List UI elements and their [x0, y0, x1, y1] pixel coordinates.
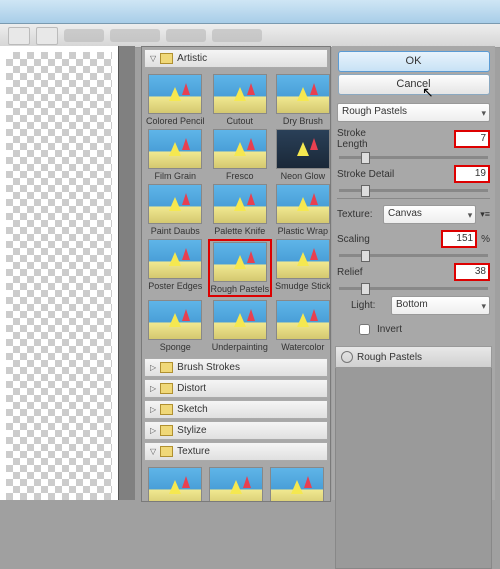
category-stylize[interactable]: ▷ Stylize: [144, 421, 328, 440]
filter-colored-pencil[interactable]: Colored Pencil: [146, 74, 205, 126]
stroke-length-slider[interactable]: [339, 156, 488, 159]
effect-layers-body: [335, 368, 492, 569]
transparency-checker: [6, 52, 112, 500]
filter-paint-daubs[interactable]: Paint Daubs: [146, 184, 205, 236]
app-toolbar: [0, 24, 500, 48]
filter-cutout[interactable]: Cutout: [208, 74, 273, 126]
expand-icon: ▽: [150, 54, 156, 63]
stroke-detail-label: Stroke Detail: [337, 169, 397, 180]
document-window[interactable]: [0, 46, 119, 500]
scaling-slider[interactable]: [339, 254, 488, 257]
folder-icon: [160, 53, 173, 64]
separator: [337, 198, 490, 199]
expand-icon: ▷: [150, 426, 156, 435]
filter-plastic-wrap[interactable]: Plastic Wrap: [275, 184, 331, 236]
scaling-input[interactable]: 151: [441, 230, 477, 248]
filter-underpainting[interactable]: Underpainting: [208, 300, 273, 352]
filter-film-grain[interactable]: Film Grain: [146, 129, 205, 181]
texture-label: Texture:: [337, 209, 379, 220]
category-label: Sketch: [177, 404, 208, 415]
expand-icon: ▷: [150, 405, 156, 414]
light-label: Light:: [351, 300, 387, 311]
window-titlebar: [0, 0, 500, 24]
filter-sponge[interactable]: Sponge: [146, 300, 205, 352]
toolbar-chip: [212, 29, 262, 42]
effect-layer-label: Rough Pastels: [357, 352, 422, 363]
category-label: Texture: [177, 446, 210, 457]
filter-fresco[interactable]: Fresco: [208, 129, 273, 181]
stroke-length-input[interactable]: 7: [454, 130, 490, 148]
folder-icon: [160, 425, 173, 436]
toolbar-chip: [166, 29, 206, 42]
filter-grain[interactable]: Grain: [207, 467, 265, 502]
filter-rough-pastels[interactable]: Rough Pastels: [208, 239, 273, 297]
relief-label: Relief: [337, 267, 397, 278]
cancel-button[interactable]: Cancel: [338, 74, 490, 95]
artistic-grid: Colored Pencil Cutout Dry Brush Film Gra…: [142, 70, 330, 356]
filter-craquelure[interactable]: Craquelure: [146, 467, 204, 502]
filter-palette-knife[interactable]: Palette Knife: [208, 184, 273, 236]
light-select[interactable]: Bottom: [391, 296, 490, 315]
category-artistic[interactable]: ▽ Artistic: [144, 49, 328, 68]
category-texture[interactable]: ▽ Texture: [144, 442, 328, 461]
settings-panel: OK Cancel Rough Pastels Stroke Length 7 …: [332, 46, 495, 500]
category-label: Distort: [177, 383, 206, 394]
category-label: Brush Strokes: [177, 362, 240, 373]
toolbar-chip: [110, 29, 160, 42]
eye-icon[interactable]: [341, 351, 353, 363]
scaling-label: Scaling: [337, 234, 397, 245]
scaling-unit: %: [481, 234, 490, 245]
filter-watercolor[interactable]: Watercolor: [275, 300, 331, 352]
filter-poster-edges[interactable]: Poster Edges: [146, 239, 205, 297]
expand-icon: ▽: [150, 447, 156, 456]
stroke-length-label: Stroke Length: [337, 128, 397, 150]
category-distort[interactable]: ▷ Distort: [144, 379, 328, 398]
filter-mosaic-tiles[interactable]: Mosaic Tiles: [268, 467, 326, 502]
filter-select[interactable]: Rough Pastels: [337, 103, 490, 122]
expand-icon: ▷: [150, 384, 156, 393]
category-sketch[interactable]: ▷ Sketch: [144, 400, 328, 419]
texture-select[interactable]: Canvas: [383, 205, 476, 224]
folder-icon: [160, 362, 173, 373]
filter-gallery: ▽ Artistic Colored Pencil Cutout Dry Bru…: [141, 46, 331, 502]
filter-dry-brush[interactable]: Dry Brush: [275, 74, 331, 126]
texture-grid: Craquelure Grain Mosaic Tiles Patchwork …: [142, 463, 330, 502]
toolbar-chip: [64, 29, 104, 42]
tool-button[interactable]: [8, 27, 30, 45]
folder-icon: [160, 383, 173, 394]
effect-layer-header[interactable]: Rough Pastels: [335, 346, 492, 368]
tool-button[interactable]: [36, 27, 58, 45]
folder-icon: [160, 446, 173, 457]
texture-menu-icon[interactable]: ▾≡: [480, 209, 490, 220]
category-brush-strokes[interactable]: ▷ Brush Strokes: [144, 358, 328, 377]
expand-icon: ▷: [150, 363, 156, 372]
filter-neon-glow[interactable]: Neon Glow: [275, 129, 331, 181]
relief-slider[interactable]: [339, 287, 488, 290]
relief-input[interactable]: 38: [454, 263, 490, 281]
filter-smudge-stick[interactable]: Smudge Stick: [275, 239, 331, 297]
invert-checkbox[interactable]: [359, 324, 370, 335]
stroke-detail-input[interactable]: 19: [454, 165, 490, 183]
category-label: Stylize: [177, 425, 206, 436]
ok-button[interactable]: OK: [338, 51, 490, 72]
invert-label: Invert: [377, 324, 402, 335]
category-label: Artistic: [177, 53, 207, 64]
stroke-detail-slider[interactable]: [339, 189, 488, 192]
folder-icon: [160, 404, 173, 415]
canvas-area: [0, 46, 135, 500]
